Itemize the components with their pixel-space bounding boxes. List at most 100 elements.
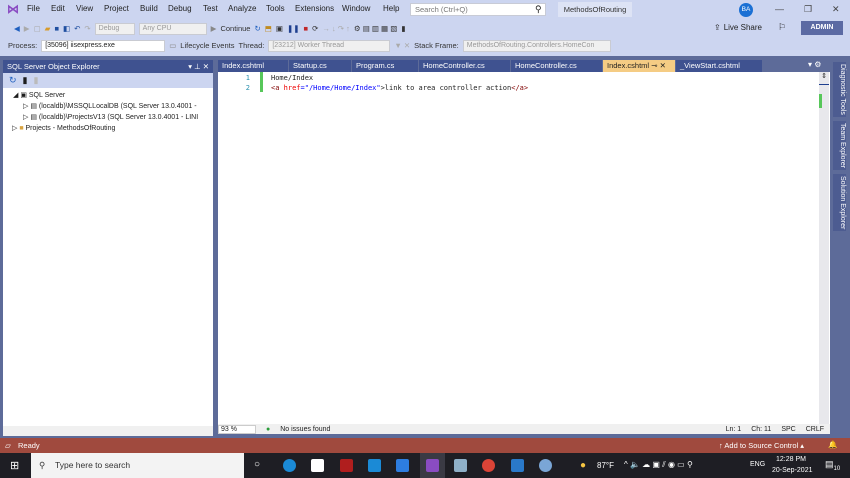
zoom-dropdown[interactable]: 93 % — [218, 424, 256, 434]
tree-item-sql-server[interactable]: ◢ ▣ SQL Server — [3, 90, 213, 101]
menu-build[interactable]: Build — [140, 4, 158, 14]
menu-test[interactable]: Test — [203, 4, 218, 14]
refresh-icon[interactable]: ↻ — [9, 75, 17, 86]
debug-tools-icons[interactable]: ⚙ ▤ ▥ ▦ ▧ — [354, 24, 397, 33]
app2-icon[interactable] — [396, 459, 409, 472]
panel-title: SQL Server Object Explorer — [7, 62, 100, 71]
panel-window-controls[interactable]: ▾ ⊥ ✕ — [188, 62, 209, 71]
side-tab-diagnostic-tools[interactable]: Diagnostic Tools — [833, 62, 846, 117]
notes-icon[interactable] — [454, 459, 467, 472]
side-tab-solution-explorer[interactable]: Solution Explorer — [833, 174, 846, 232]
app-icon[interactable] — [340, 459, 353, 472]
menu-view[interactable]: View — [76, 4, 93, 14]
tab-homecontroller-cs[interactable]: HomeController.cs — [419, 60, 510, 72]
paint-icon[interactable] — [539, 459, 552, 472]
stop-icon[interactable]: ■ — [304, 24, 309, 33]
issues-indicator[interactable]: No issues found — [280, 426, 330, 433]
redo-icon[interactable]: ↷ — [84, 24, 90, 33]
tree-item-mssqllocaldb[interactable]: ▷ ▤ (localdb)\MSSQLLocalDB (SQL Server 1… — [3, 101, 213, 112]
clock-time[interactable]: 12:28 PM — [776, 456, 806, 463]
code-editor[interactable]: 1 2 Home/Index <a href="/Home/Home/Index… — [218, 72, 830, 434]
browser-link-icon[interactable]: ⬒ — [265, 24, 272, 33]
menu-project[interactable]: Project — [104, 4, 129, 14]
back-icon[interactable]: ◀ — [14, 24, 20, 33]
thread-dropdown[interactable]: [23212] Worker Thread — [268, 39, 391, 52]
action-center-icon[interactable]: ▤10 — [825, 459, 840, 472]
language-indicator[interactable]: ENG — [750, 461, 765, 468]
undo-icon[interactable]: ↶ — [74, 24, 80, 33]
pin-icon[interactable]: ⊸ — [651, 61, 657, 70]
disconnect-icon[interactable]: ▮ — [34, 75, 39, 86]
menu-extensions[interactable]: Extensions — [295, 4, 334, 14]
notifications-bell-icon[interactable]: 🔔 — [828, 440, 837, 449]
photos-icon[interactable] — [511, 459, 524, 472]
minimize-button[interactable]: — — [775, 4, 784, 14]
close-tab-icon[interactable]: ✕ — [660, 61, 666, 70]
windows-start-icon[interactable]: ⊞ — [10, 459, 19, 472]
close-button[interactable]: ✕ — [832, 4, 840, 15]
tag: <a — [271, 84, 284, 92]
configuration-dropdown[interactable]: Debug — [94, 22, 135, 35]
tab-homecontroller-cs-2[interactable]: HomeController.cs — [511, 60, 602, 72]
step-icons[interactable]: → ↓ ↷ ↑ — [322, 24, 350, 33]
add-server-icon[interactable]: ▮ — [23, 75, 28, 86]
restore-button[interactable]: ❐ — [804, 4, 812, 15]
continue-icon[interactable]: ▶ — [211, 24, 217, 33]
edge-icon[interactable] — [283, 459, 296, 472]
menu-file[interactable]: File — [27, 4, 40, 14]
tab-program-cs[interactable]: Program.cs — [352, 60, 418, 72]
chrome-icon[interactable] — [482, 459, 495, 472]
filter-icon[interactable]: ▼ ✕ — [394, 41, 410, 50]
clock-date[interactable]: 20-Sep-2021 — [772, 467, 812, 474]
save-icon[interactable]: ■ — [54, 24, 59, 33]
document-tabs: Index.cshtml Startup.cs Program.cs HomeC… — [218, 60, 828, 72]
avatar[interactable]: BA — [739, 3, 753, 17]
weather-temp[interactable]: 87°F — [597, 461, 614, 470]
pause-icon[interactable]: ❚❚ — [287, 24, 300, 33]
menu-help[interactable]: Help — [383, 4, 399, 14]
lifecycle-events-button[interactable]: Lifecycle Events — [180, 41, 234, 50]
live-share-button[interactable]: ⇪ Live Share — [714, 23, 762, 32]
system-tray-icons[interactable]: ^ 🔈 ☁ ▣ ⫽ ◉ ▭ ⚲ — [624, 460, 693, 470]
source-control-button[interactable]: ↑ Add to Source Control ▴ — [719, 441, 804, 450]
menu-tools[interactable]: Tools — [266, 4, 285, 14]
process-dropdown[interactable]: [35096] iisexpress.exe — [41, 39, 166, 52]
tab-viewstart-cshtml[interactable]: _ViewStart.cshtml — [676, 60, 762, 72]
search-placeholder: Type here to search — [55, 460, 131, 470]
open-folder-icon[interactable]: ▰ — [45, 24, 51, 33]
bookmark-icon[interactable]: ▮ — [401, 24, 405, 33]
feedback-icon[interactable]: ⚐ — [778, 22, 786, 33]
tab-index-cshtml[interactable]: Index.cshtml — [218, 60, 288, 72]
continue-button[interactable]: Continue — [220, 24, 250, 33]
search-input[interactable]: Search (Ctrl+Q) — [410, 3, 546, 16]
menu-analyze[interactable]: Analyze — [228, 4, 256, 14]
save-all-icon[interactable]: ◧ — [63, 24, 70, 33]
vertical-scrollbar[interactable]: ⇕ — [819, 72, 829, 424]
horizontal-scrollbar[interactable] — [3, 426, 213, 436]
taskbar-search[interactable]: ⚲ Type here to search — [31, 453, 244, 478]
mail-icon[interactable] — [368, 459, 381, 472]
task-view-icon[interactable]: ○ — [254, 459, 260, 470]
whitespace-indicator[interactable]: SPC — [781, 426, 795, 433]
restart-icon[interactable]: ⟳ — [312, 24, 318, 33]
admin-badge[interactable]: ADMIN — [801, 21, 843, 35]
screenshot-icon[interactable]: ▣ — [276, 24, 283, 33]
menu-edit[interactable]: Edit — [51, 4, 65, 14]
store-icon[interactable] — [311, 459, 324, 472]
new-item-icon[interactable]: ▢ — [34, 24, 41, 33]
menu-debug[interactable]: Debug — [168, 4, 192, 14]
side-tab-team-explorer[interactable]: Team Explorer — [833, 121, 846, 171]
refresh-icon[interactable]: ↻ — [254, 24, 260, 33]
stack-frame-dropdown[interactable]: MethodsOfRouting.Controllers.HomeCon — [462, 39, 611, 52]
menu-window[interactable]: Window — [342, 4, 370, 14]
platform-dropdown[interactable]: Any CPU — [138, 22, 207, 35]
line-ending-indicator[interactable]: CRLF — [806, 426, 824, 433]
tab-options-icon[interactable]: ▾ ⚙ — [808, 60, 821, 69]
visual-studio-taskbar-button[interactable] — [420, 453, 445, 478]
tab-startup-cs[interactable]: Startup.cs — [289, 60, 351, 72]
split-icon[interactable]: ⇕ — [819, 72, 829, 85]
tab-index-cshtml-active[interactable]: Index.cshtml ⊸ ✕ — [603, 60, 675, 72]
tree-item-projects[interactable]: ▷ ■ Projects - MethodsOfRouting — [3, 123, 213, 134]
forward-icon[interactable]: ▶ — [24, 24, 30, 33]
tree-item-projectsv13[interactable]: ▷ ▤ (localdb)\ProjectsV13 (SQL Server 13… — [3, 112, 213, 123]
